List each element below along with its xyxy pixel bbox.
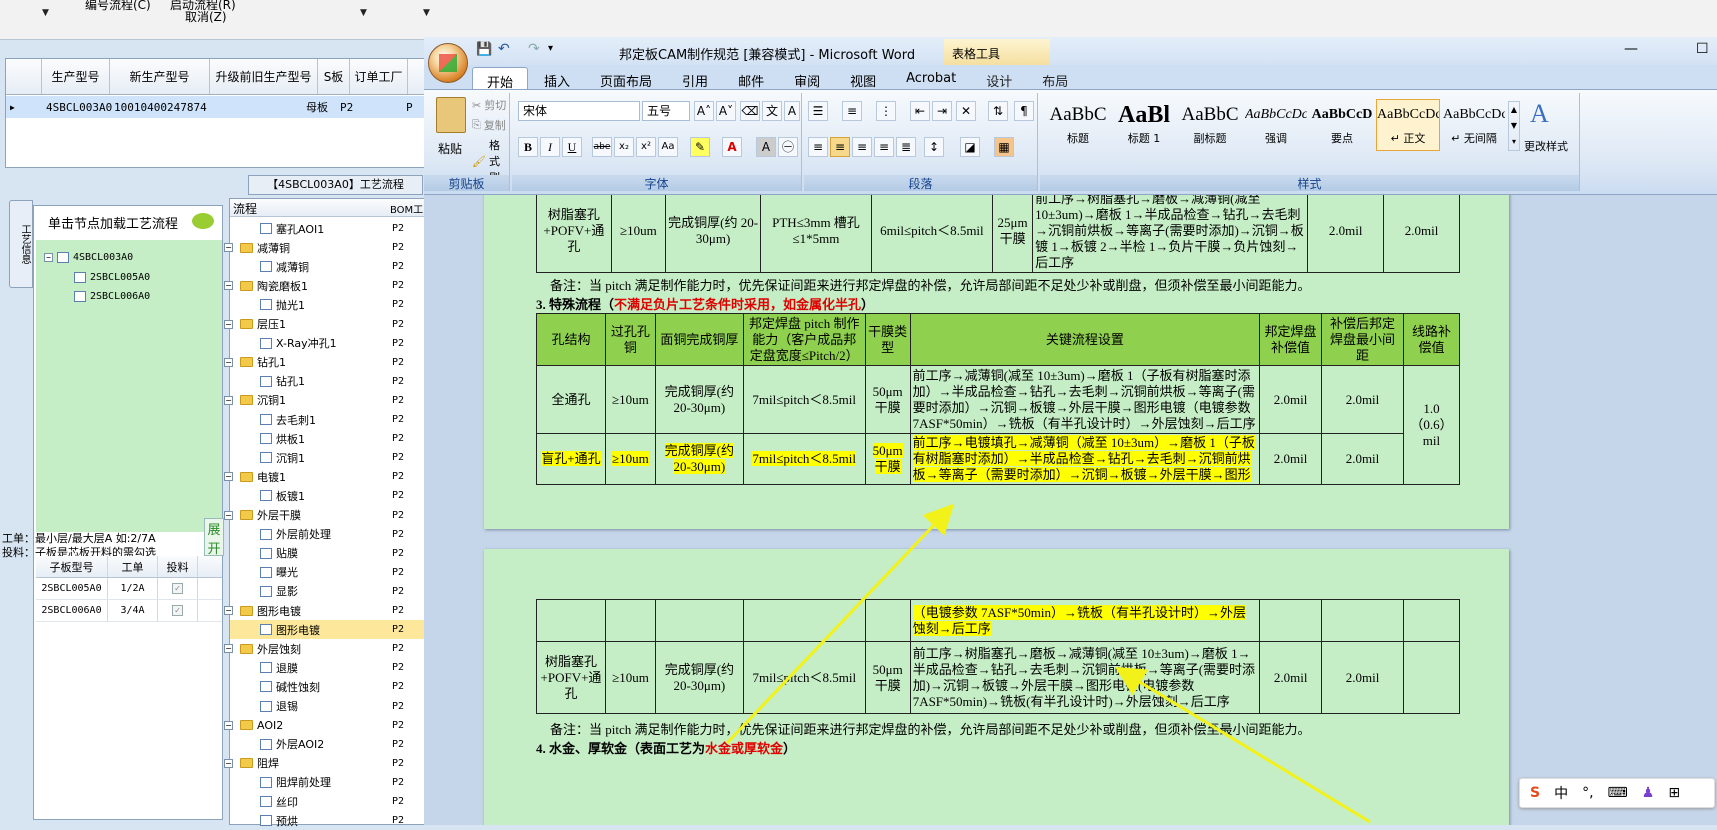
arrow-annotation (1114, 666, 1371, 824)
grid-menu-icon[interactable]: ⊞ (1668, 785, 1680, 801)
ime-toolbar[interactable]: S 中 °, ⌨ ♟ ⊞ (1519, 778, 1715, 808)
keyboard-icon[interactable]: ⌨ (1608, 785, 1628, 801)
skin-icon[interactable]: ♟ (1642, 785, 1655, 801)
punctuation-icon[interactable]: °, (1582, 785, 1593, 801)
language-toggle[interactable]: 中 (1554, 783, 1568, 803)
annotation-arrows (725, 503, 1371, 824)
arrow-annotation (725, 503, 955, 745)
sogou-logo[interactable]: S (1530, 785, 1540, 801)
